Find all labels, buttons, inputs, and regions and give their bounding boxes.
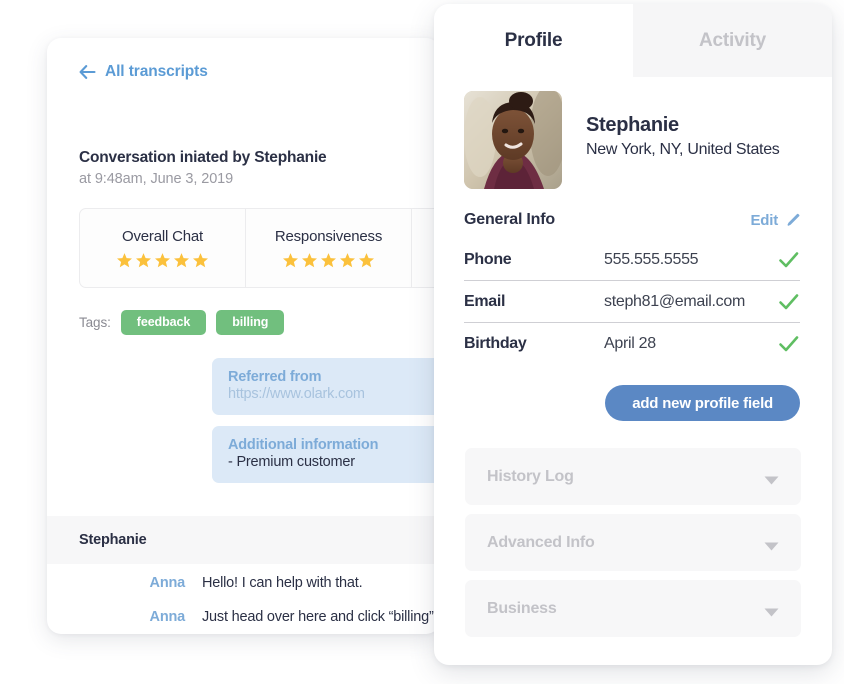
accordion-label: History Log — [487, 467, 574, 485]
star-rating — [116, 252, 209, 269]
speaker-name: Stephanie — [79, 532, 147, 548]
back-link-label: All transcripts — [105, 63, 208, 80]
infobox-title: Referred from — [228, 369, 322, 385]
field-value: April 28 — [604, 335, 656, 352]
general-info-fields: Phone 555.555.5555 Email steph81@email.c… — [464, 239, 800, 365]
tab-activity[interactable]: Activity — [633, 4, 832, 77]
profile-location: New York, NY, United States — [586, 141, 780, 158]
profile-field-row: Birthday April 28 — [464, 323, 800, 365]
profile-accordions: History Log Advanced Info Business — [465, 448, 801, 637]
chat-message-row: Anna Just head over here and click “bill… — [47, 609, 440, 625]
tag-chip[interactable]: billing — [216, 310, 285, 335]
transcript-card: All transcripts Conversation iniated by … — [47, 38, 440, 634]
check-icon — [778, 293, 800, 311]
edit-label: Edit — [750, 211, 778, 229]
star-icon — [192, 252, 209, 269]
tab-activity-label: Activity — [698, 29, 767, 51]
tags-row: Tags: feedback billing — [79, 310, 285, 335]
star-icon — [116, 252, 133, 269]
message-author[interactable]: Anna — [47, 575, 202, 591]
arrow-left-icon — [79, 65, 96, 79]
accordion-advanced-info[interactable]: Advanced Info — [465, 514, 801, 571]
conversation-timestamp: at 9:48am, June 3, 2019 — [79, 171, 234, 187]
tab-profile-label: Profile — [504, 29, 563, 51]
add-field-row: add new profile field — [434, 365, 832, 421]
tag-chip[interactable]: feedback — [120, 310, 207, 335]
chat-message-row: Anna Hello! I can help with that. — [47, 575, 440, 591]
star-icon — [320, 252, 337, 269]
star-rating — [282, 252, 375, 269]
identity-text: Stephanie New York, NY, United States — [586, 91, 780, 159]
edit-general-info-button[interactable]: Edit — [750, 212, 800, 229]
star-icon — [301, 252, 318, 269]
profile-field-row: Email steph81@email.com — [464, 281, 800, 323]
general-info-header: General Info Edit — [464, 211, 800, 229]
check-icon — [778, 251, 800, 269]
message-author[interactable]: Anna — [47, 609, 202, 625]
field-key: Birthday — [464, 335, 527, 352]
referred-from-box: Referred from https://www.olark.com — [212, 358, 440, 415]
star-icon — [173, 252, 190, 269]
profile-panel: Profile Activity Stephanie New York, NY,… — [434, 4, 832, 665]
message-text: Hello! I can help with that. — [202, 575, 363, 591]
rating-label: Overall Chat — [122, 227, 203, 245]
rating-cell-responsiveness: Responsiveness — [246, 209, 412, 287]
tags-label: Tags: — [79, 315, 111, 330]
message-text: Just head over here and click “billing” — [202, 609, 434, 625]
chevron-down-icon — [764, 604, 779, 617]
check-icon — [778, 335, 800, 353]
star-icon — [358, 252, 375, 269]
add-new-profile-field-button[interactable]: add new profile field — [605, 385, 800, 421]
infobox-body: - Premium customer — [228, 454, 355, 470]
infobox-title: Additional information — [228, 437, 379, 453]
profile-name: Stephanie — [586, 114, 679, 136]
field-value: steph81@email.com — [604, 292, 745, 310]
ratings-strip: Overall Chat Responsiveness — [79, 208, 440, 288]
chevron-down-icon — [764, 472, 779, 485]
tab-profile[interactable]: Profile — [434, 4, 633, 77]
profile-identity: Stephanie New York, NY, United States — [434, 77, 832, 189]
star-icon — [135, 252, 152, 269]
additional-information-box: Additional information - Premium custome… — [212, 426, 440, 483]
avatar — [464, 91, 562, 189]
field-value: 555.555.5555 — [604, 250, 699, 268]
pencil-icon — [785, 213, 800, 228]
rating-cell-overall-chat: Overall Chat — [80, 209, 246, 287]
profile-field-row: Phone 555.555.5555 — [464, 239, 800, 281]
back-to-all-transcripts-link[interactable]: All transcripts — [79, 63, 208, 81]
accordion-business[interactable]: Business — [465, 580, 801, 637]
general-info-title: General Info — [464, 211, 555, 228]
star-icon — [154, 252, 171, 269]
infobox-body: https://www.olark.com — [228, 386, 365, 402]
field-key: Email — [464, 292, 506, 310]
accordion-history-log[interactable]: History Log — [465, 448, 801, 505]
accordion-label: Advanced Info — [487, 533, 595, 551]
star-icon — [282, 252, 299, 269]
speaker-header: Stephanie — [47, 516, 440, 564]
field-key: Phone — [464, 250, 512, 268]
profile-tabs: Profile Activity — [434, 4, 832, 77]
accordion-label: Business — [487, 599, 557, 617]
star-icon — [339, 252, 356, 269]
rating-label: Responsiveness — [274, 227, 383, 245]
chevron-down-icon — [764, 538, 779, 551]
conversation-title: Conversation iniated by Stephanie — [79, 149, 327, 166]
